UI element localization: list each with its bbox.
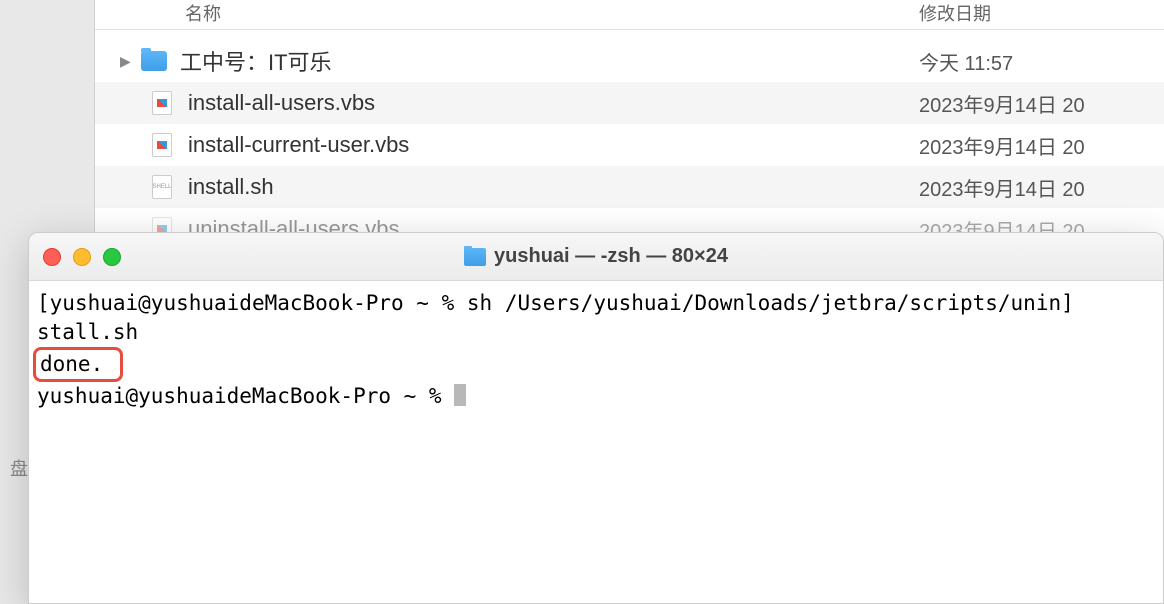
column-date[interactable]: 修改日期 bbox=[919, 0, 1149, 26]
finder-main: 名称 修改日期 ▶ 工中号：IT可乐 今天 11:57 install-all-… bbox=[95, 0, 1164, 250]
window-controls bbox=[43, 248, 121, 266]
file-date: 2023年9月14日 20 bbox=[919, 131, 1149, 160]
terminal-window: yushuai — -zsh — 80×24 [yushuai@yushuaid… bbox=[28, 232, 1164, 604]
folder-icon bbox=[464, 248, 486, 266]
chevron-right-icon[interactable]: ▶ bbox=[120, 53, 140, 70]
vbs-file-icon bbox=[148, 134, 176, 156]
sidebar-text: 盘 bbox=[10, 455, 28, 481]
close-button[interactable] bbox=[43, 248, 61, 266]
terminal-title-text: yushuai — -zsh — 80×24 bbox=[494, 245, 728, 268]
minimize-button[interactable] bbox=[73, 248, 91, 266]
terminal-title: yushuai — -zsh — 80×24 bbox=[464, 245, 728, 268]
file-name: install-current-user.vbs bbox=[188, 132, 919, 158]
finder-row-file[interactable]: install-current-user.vbs 2023年9月14日 20 bbox=[95, 124, 1164, 166]
terminal-output[interactable]: [yushuai@yushuaideMacBook-Pro ~ % sh /Us… bbox=[29, 281, 1163, 419]
finder-file-list: ▶ 工中号：IT可乐 今天 11:57 install-all-users.vb… bbox=[95, 30, 1164, 250]
terminal-line: [yushuai@yushuaideMacBook-Pro ~ % sh /Us… bbox=[37, 291, 1074, 315]
file-date: 2023年9月14日 20 bbox=[919, 173, 1149, 202]
folder-icon bbox=[140, 50, 168, 72]
column-name[interactable]: 名称 bbox=[185, 0, 919, 26]
terminal-titlebar[interactable]: yushuai — -zsh — 80×24 bbox=[29, 233, 1163, 281]
file-name: 工中号：IT可乐 bbox=[180, 45, 919, 77]
file-date: 2023年9月14日 20 bbox=[919, 89, 1149, 118]
sh-file-icon: SHELL bbox=[148, 176, 176, 198]
file-name: install.sh bbox=[188, 174, 919, 200]
vbs-file-icon bbox=[148, 92, 176, 114]
finder-row-file[interactable]: install-all-users.vbs 2023年9月14日 20 bbox=[95, 82, 1164, 124]
file-date: 今天 11:57 bbox=[919, 47, 1149, 76]
finder-row-file[interactable]: SHELL install.sh 2023年9月14日 20 bbox=[95, 166, 1164, 208]
maximize-button[interactable] bbox=[103, 248, 121, 266]
finder-row-folder[interactable]: ▶ 工中号：IT可乐 今天 11:57 bbox=[95, 40, 1164, 82]
done-highlight: done. bbox=[33, 347, 123, 382]
terminal-prompt: yushuai@yushuaideMacBook-Pro ~ % bbox=[37, 384, 454, 408]
file-name: install-all-users.vbs bbox=[188, 90, 919, 116]
terminal-line: stall.sh bbox=[37, 320, 138, 344]
finder-column-header[interactable]: 名称 修改日期 bbox=[95, 0, 1164, 30]
cursor bbox=[454, 384, 466, 406]
